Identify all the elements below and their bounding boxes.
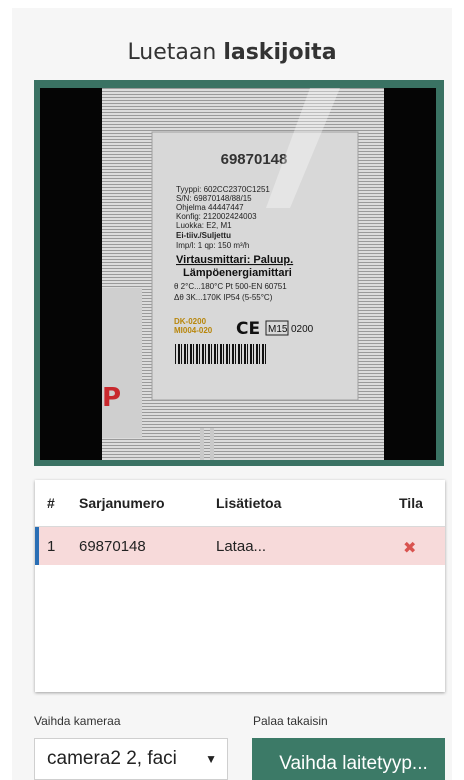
ce-mark: CE [236,319,260,339]
m15-mark: M15 [268,324,288,335]
barcode [174,344,266,364]
table-header: # Sarjanumero Lisätietoa Tila [35,480,445,527]
label-spec-2: Δθ 3K...170K IP54 (5-55°C) [174,293,273,302]
row-serial: 69870148 [79,538,146,555]
page-title: Luetaan laskijoita [0,40,464,65]
label-line: Imp/l: 1 qp: 150 m³/h [176,241,249,250]
camera-select-label: Vaihda kameraa [34,714,121,728]
label-code-2: MI004-020 [174,326,213,335]
red-mark: P [102,383,121,413]
camera-view: P 69870148 Tyyppi: 602CC2370C1251 S/N: 6… [40,88,436,460]
header-info: Lisätietoa [216,495,282,511]
title-text: Luetaan [127,40,217,65]
row-num: 1 [47,538,56,555]
row-info: Lataa... [216,538,267,555]
label-spec-1: θ 2°C...180°C Pt 500-EN 60751 [174,282,287,291]
label-code-1: DK-0200 [174,317,207,326]
label-heading: Virtausmittari: Paluup. [176,254,293,266]
chevron-down-icon: ▼ [205,752,217,766]
camera-image: P 69870148 Tyyppi: 602CC2370C1251 S/N: 6… [40,88,436,460]
header-serial: Sarjanumero [79,495,165,511]
notified-body-code: 0200 [291,324,314,335]
header-num: # [47,495,55,511]
table-row: 1 69870148 Lataa... ✖ [35,527,445,565]
back-label: Palaa takaisin [253,714,328,728]
label-subheading: Lämpöenergiamittari [183,267,292,279]
label-line: Tyyppi: 602CC2370C1251 [176,185,270,194]
title-bold-text: laskijoita [223,40,337,65]
label-line: Luokka: E2, M1 [176,221,232,230]
header-state: Tila [399,495,423,511]
row-marker [35,527,39,565]
label-line: Konfig: 212002424003 [176,212,257,221]
camera-select[interactable]: camera2 2, faci ▼ [34,738,228,780]
label-line: Ohjelma 44447447 [176,203,244,212]
label-line: Ei-tiiv./Suljettu [176,231,231,240]
remove-icon[interactable]: ✖ [403,538,416,558]
camera-select-value: camera2 2, faci [47,748,177,769]
camera-frame: P 69870148 Tyyppi: 602CC2370C1251 S/N: 6… [34,80,444,466]
results-table: # Sarjanumero Lisätietoa Tila 1 69870148… [35,480,445,692]
label-line: S/N: 69870148/88/15 [176,194,252,203]
label-serial-header: 69870148 [221,151,288,168]
change-device-type-button[interactable]: Vaihda laitetyyp... [252,738,445,780]
